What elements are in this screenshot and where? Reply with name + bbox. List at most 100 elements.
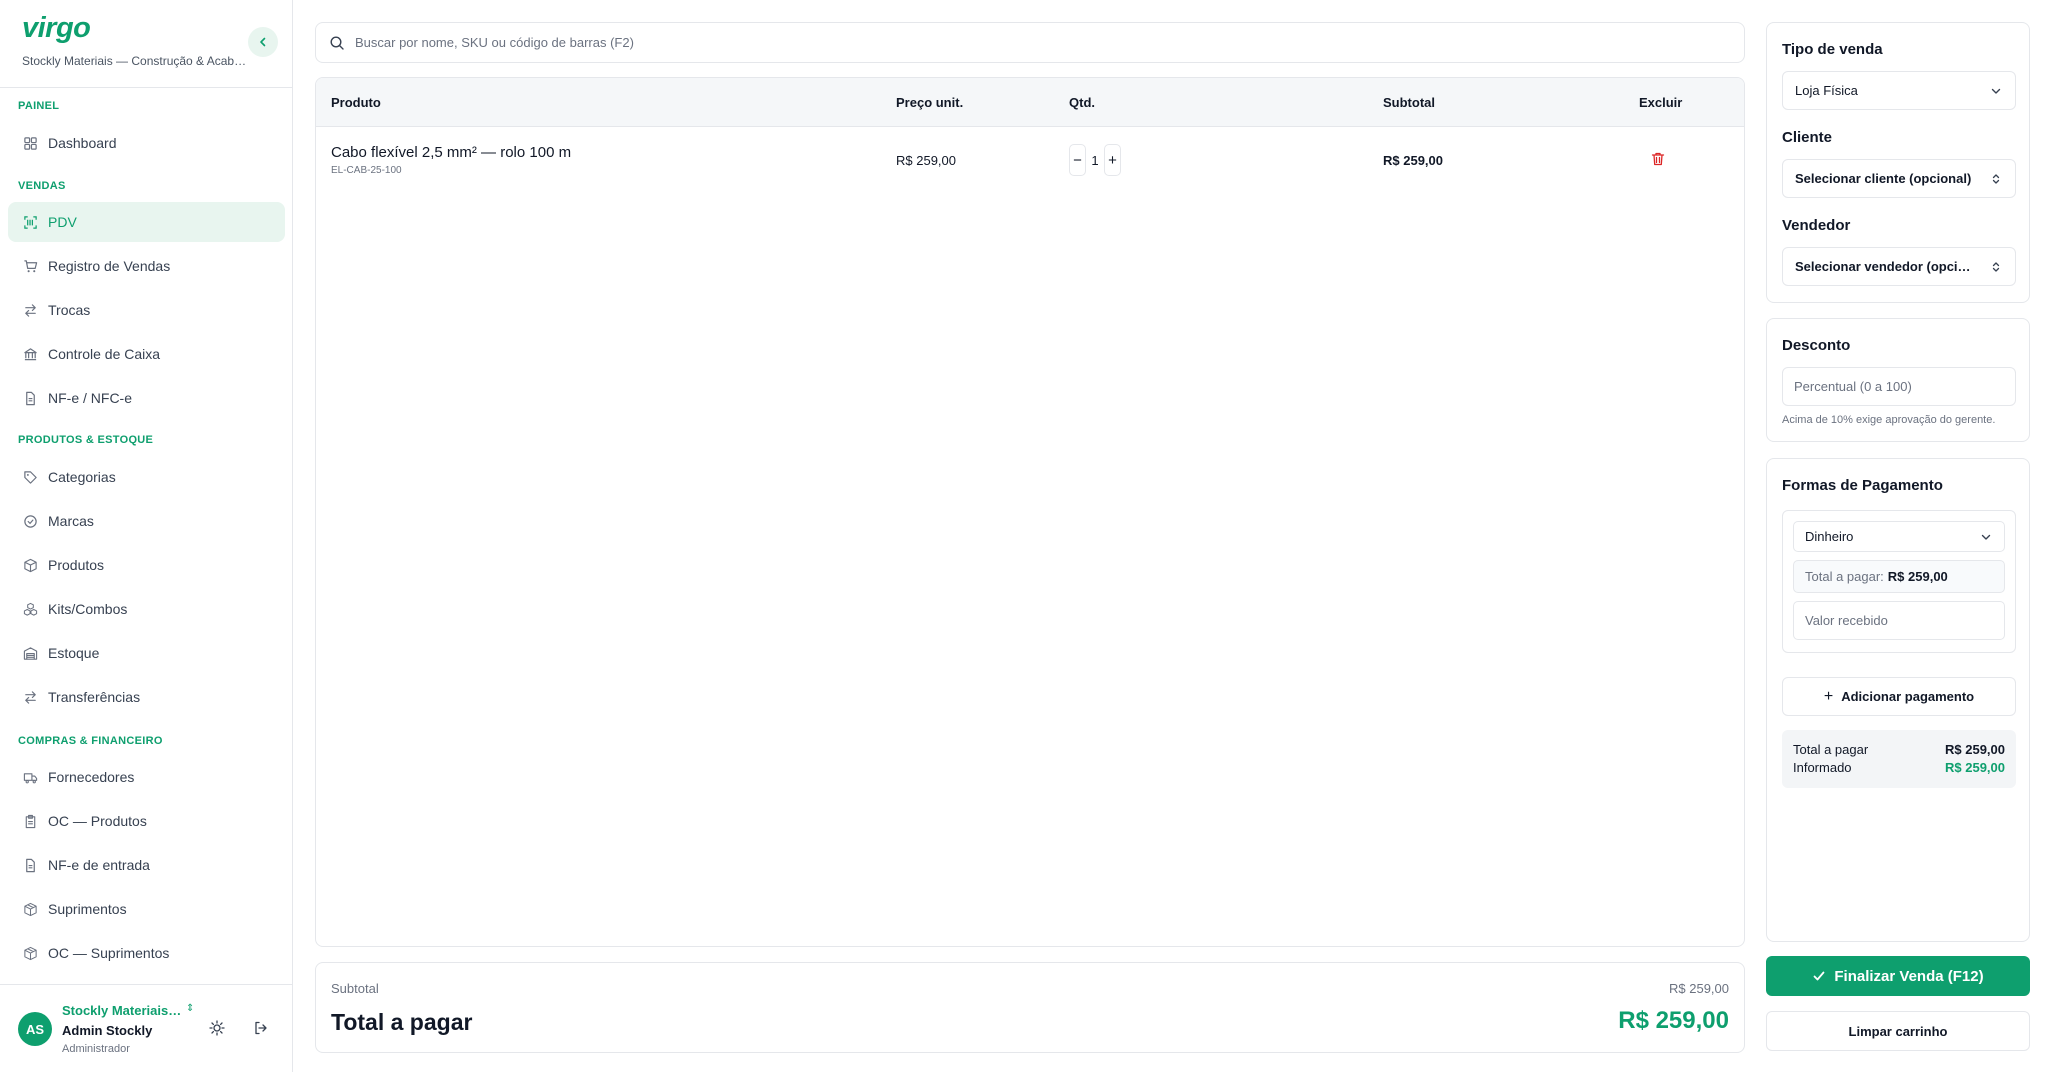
row-subtotal: R$ 259,00 bbox=[1383, 153, 1443, 168]
totals-card: Subtotal R$ 259,00 Total a pagar R$ 259,… bbox=[315, 962, 1745, 1053]
clear-cart-button[interactable]: Limpar carrinho bbox=[1766, 1011, 2030, 1051]
section-title-produtos-estoque: PRODUTOS & ESTOQUE bbox=[18, 434, 154, 446]
increase-qty-button[interactable]: + bbox=[1104, 144, 1121, 176]
product-sku: EL-CAB-25-100 bbox=[331, 165, 402, 176]
org-switcher[interactable]: Stockly Materiais Construção bbox=[62, 1003, 182, 1018]
user-role: Administrador bbox=[62, 1043, 130, 1055]
box-icon bbox=[22, 557, 38, 573]
client-value: Selecionar cliente (opcional) bbox=[1795, 171, 1972, 186]
boxes-icon bbox=[22, 601, 38, 617]
chevron-down-icon bbox=[1981, 534, 1991, 540]
sidebar-footer-divider bbox=[0, 984, 293, 985]
document-icon bbox=[22, 390, 38, 406]
payment-total-field: Total a pagar: R$ 259,00 bbox=[1793, 560, 2005, 593]
section-title-painel: PAINEL bbox=[18, 100, 60, 112]
sidebar-item-label: Registro de Vendas bbox=[48, 258, 171, 274]
sidebar-item-trocas[interactable]: Trocas bbox=[8, 290, 285, 330]
payment-entry: Dinheiro Total a pagar: R$ 259,00 bbox=[1782, 510, 2016, 653]
summary-due-label: Total a pagar bbox=[1793, 742, 1869, 757]
sidebar-item-label: Transferências bbox=[48, 689, 141, 705]
column-header-subtotal: Subtotal bbox=[1383, 95, 1435, 110]
decrease-qty-button[interactable]: − bbox=[1069, 144, 1086, 176]
sidebar-item-nfe-nfce[interactable]: NF-e / NFC-e bbox=[8, 378, 285, 418]
delete-item-button[interactable] bbox=[1650, 151, 1666, 172]
sidebar-item-transferencias[interactable]: Transferências bbox=[8, 677, 285, 717]
payment-method-select[interactable]: Dinheiro bbox=[1793, 521, 2005, 552]
sidebar-item-oc-suprimentos[interactable]: OC — Suprimentos bbox=[8, 933, 285, 973]
add-payment-label: Adicionar pagamento bbox=[1841, 689, 1975, 704]
finalize-sale-button[interactable]: Finalizar Venda (F12) bbox=[1766, 956, 2030, 996]
search-input[interactable] bbox=[355, 35, 1705, 50]
sidebar-item-label: OC — Suprimentos bbox=[48, 945, 170, 961]
quantity-stepper: − 1 + bbox=[1069, 144, 1121, 176]
user-name: Admin Stockly bbox=[62, 1023, 153, 1038]
collapse-sidebar-button[interactable] bbox=[248, 27, 278, 57]
payment-summary: Total a pagar R$ 259,00 Informado R$ 259… bbox=[1782, 730, 2016, 788]
summary-due-value: R$ 259,00 bbox=[1945, 742, 2005, 757]
add-payment-button[interactable]: + Adicionar pagamento bbox=[1782, 677, 2016, 716]
sidebar: virgo Stockly Materiais — Construção & A… bbox=[0, 0, 293, 1072]
column-header-product: Produto bbox=[331, 95, 381, 110]
sidebar-item-categorias[interactable]: Categorias bbox=[8, 457, 285, 497]
sidebar-item-label: Estoque bbox=[48, 645, 100, 661]
payment-card: Formas de Pagamento Dinheiro Total a pag… bbox=[1766, 458, 2030, 942]
client-label: Cliente bbox=[1782, 129, 1833, 146]
subtotal-value: R$ 259,00 bbox=[1669, 981, 1729, 996]
sidebar-item-label: OC — Produtos bbox=[48, 813, 147, 829]
warehouse-icon bbox=[22, 645, 38, 661]
sidebar-item-label: Marcas bbox=[48, 513, 94, 529]
sidebar-item-oc-produtos[interactable]: OC — Produtos bbox=[8, 801, 285, 841]
summary-informed-label: Informado bbox=[1793, 760, 1852, 775]
avatar[interactable]: AS bbox=[18, 1012, 52, 1046]
theme-toggle-icon[interactable] bbox=[207, 1018, 227, 1038]
product-name: Cabo flexível 2,5 mm² — rolo 100 m bbox=[331, 144, 572, 161]
total-label: Total a pagar bbox=[331, 1009, 473, 1035]
product-search[interactable] bbox=[315, 22, 1745, 63]
cart-icon bbox=[22, 258, 38, 274]
package-icon bbox=[22, 901, 38, 917]
sidebar-item-kits-combos[interactable]: Kits/Combos bbox=[8, 589, 285, 629]
discount-hint: Acima de 10% exige aprovação do gerente. bbox=[1782, 414, 1996, 426]
discount-input[interactable] bbox=[1782, 367, 2016, 406]
grid-icon bbox=[22, 135, 38, 151]
sale-details-card: Tipo de venda Loja Física Cliente Seleci… bbox=[1766, 22, 2030, 303]
package-icon bbox=[22, 945, 38, 961]
payment-label: Formas de Pagamento bbox=[1782, 477, 1943, 494]
sale-type-select[interactable]: Loja Física bbox=[1782, 71, 2016, 110]
sidebar-item-registro-de-vendas[interactable]: Registro de Vendas bbox=[8, 246, 285, 286]
sidebar-item-pdv[interactable]: PDV bbox=[8, 202, 285, 242]
cart-table: Produto Preço unit. Qtd. Subtotal Exclui… bbox=[315, 77, 1745, 947]
sidebar-item-marcas[interactable]: Marcas bbox=[8, 501, 285, 541]
payment-total-value: R$ 259,00 bbox=[1887, 569, 1948, 584]
section-title-compras-financeiro: COMPRAS & FINANCEIRO bbox=[18, 735, 163, 747]
sidebar-item-dashboard[interactable]: Dashboard bbox=[8, 123, 285, 163]
client-select[interactable]: Selecionar cliente (opcional) bbox=[1782, 159, 2016, 198]
quantity-value[interactable]: 1 bbox=[1086, 153, 1104, 168]
discount-card: Desconto Acima de 10% exige aprovação do… bbox=[1766, 318, 2030, 442]
swap-icon bbox=[22, 689, 38, 705]
received-value-input[interactable] bbox=[1793, 601, 2005, 640]
sidebar-item-nfe-de-entrada[interactable]: NF-e de entrada bbox=[8, 845, 285, 885]
seller-label: Vendedor bbox=[1782, 217, 1851, 234]
badge-icon bbox=[22, 513, 38, 529]
section-title-vendas: VENDAS bbox=[18, 180, 66, 192]
sidebar-item-produtos[interactable]: Produtos bbox=[8, 545, 285, 585]
truck-icon bbox=[22, 769, 38, 785]
logout-icon[interactable] bbox=[251, 1018, 271, 1038]
summary-informed-value: R$ 259,00 bbox=[1945, 760, 2005, 775]
payment-method-value: Dinheiro bbox=[1805, 529, 1854, 544]
sidebar-item-estoque[interactable]: Estoque bbox=[8, 633, 285, 673]
payment-total-label: Total a pagar: bbox=[1805, 569, 1884, 584]
chevron-updown-icon[interactable]: ⇕ bbox=[186, 1003, 194, 1014]
chevron-down-icon bbox=[1991, 88, 2001, 94]
sidebar-item-fornecedores[interactable]: Fornecedores bbox=[8, 757, 285, 797]
clipboard-icon bbox=[22, 813, 38, 829]
sidebar-item-label: Kits/Combos bbox=[48, 601, 128, 617]
column-header-price: Preço unit. bbox=[896, 95, 964, 110]
sidebar-item-label: Categorias bbox=[48, 469, 116, 485]
sidebar-item-controle-de-caixa[interactable]: Controle de Caixa bbox=[8, 334, 285, 374]
sidebar-item-label: Trocas bbox=[48, 302, 91, 318]
brand-logo: virgo bbox=[22, 12, 91, 44]
sidebar-item-suprimentos[interactable]: Suprimentos bbox=[8, 889, 285, 929]
seller-select[interactable]: Selecionar vendedor (opcional) bbox=[1782, 247, 2016, 286]
